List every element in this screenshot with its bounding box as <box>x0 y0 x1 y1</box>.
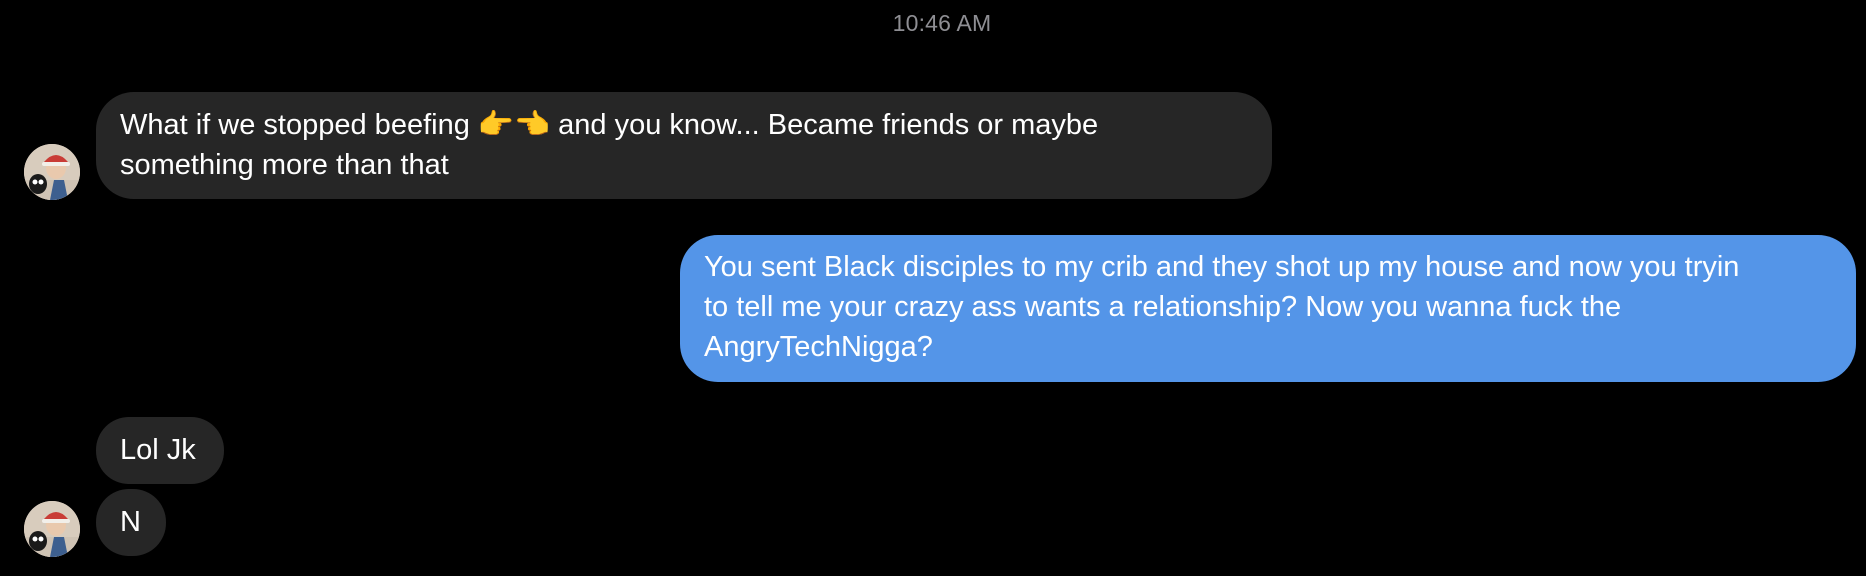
incoming-message-bubble[interactable]: N <box>96 489 166 556</box>
avatar-icon <box>24 501 80 557</box>
sender-avatar[interactable] <box>24 144 80 200</box>
avatar-icon <box>24 144 80 200</box>
incoming-message-bubble[interactable]: What if we stopped beefing 👉👈 and you kn… <box>96 92 1272 199</box>
incoming-message-bubble[interactable]: Lol Jk <box>96 417 224 484</box>
outgoing-message-bubble[interactable]: You sent Black disciples to my crib and … <box>680 235 1856 382</box>
message-timestamp: 10:46 AM <box>892 10 992 36</box>
sender-avatar[interactable] <box>24 501 80 557</box>
